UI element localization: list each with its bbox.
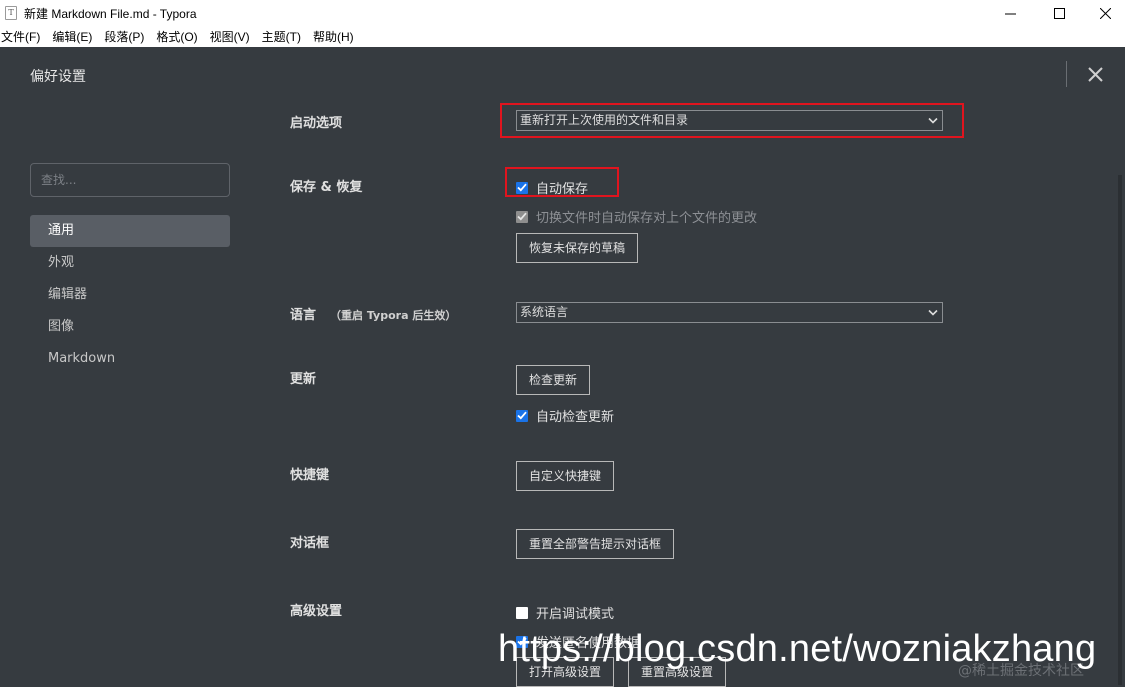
recover-drafts-button[interactable]: 恢复未保存的草稿 [516,233,639,263]
typora-app-icon: T [5,6,17,20]
check-update-button[interactable]: 检查更新 [516,365,591,395]
menu-theme[interactable]: 主题(T) [261,28,307,45]
language-label: 语言 （重启 Typora 后生效） [290,304,456,323]
minimize-icon [1004,13,1016,14]
preferences-header: 偏好设置 [0,47,1125,101]
menu-format[interactable]: 格式(O) [155,28,203,45]
sidebar-item-general[interactable]: 通用 [30,215,230,247]
minimize-button[interactable] [987,0,1033,26]
advanced-label: 高级设置 [290,604,343,619]
sidebar-item-editor[interactable]: 编辑器 [30,279,230,311]
reset-dialogs-button[interactable]: 重置全部警告提示对话框 [516,529,675,559]
menu-paragraph[interactable]: 段落(P) [103,28,150,45]
maximize-button[interactable] [1036,0,1082,26]
autosave-highlight-box [505,167,619,197]
save-recover-label: 保存 & 恢复 [290,180,363,195]
menu-edit[interactable]: 编辑(E) [51,28,98,45]
language-label-text: 语言 [290,308,317,323]
switch-file-autosave-label: 切换文件时自动保存对上个文件的更改 [536,211,758,226]
window-title: 新建 Markdown File.md - Typora [24,6,197,21]
content-scrollbar[interactable] [1118,175,1122,685]
checkbox-disabled-icon [516,210,528,223]
preferences-close-button[interactable] [1084,63,1106,85]
language-restart-note: （重启 Typora 后生效） [330,309,457,322]
maximize-icon [1053,7,1065,19]
language-select-value: 系统语言 [520,305,569,319]
debug-mode-checkbox[interactable]: 开启调试模式 [516,603,614,622]
sidebar-item-appearance[interactable]: 外观 [30,247,230,279]
dialogs-label: 对话框 [290,536,330,551]
sidebar-item-image[interactable]: 图像 [30,311,230,343]
custom-shortcuts-button[interactable]: 自定义快捷键 [516,461,615,491]
language-select[interactable]: 系统语言 [516,302,943,323]
close-icon [1099,7,1111,19]
url-watermark: https://blog.csdn.net/wozniakzhang [498,628,1097,670]
auto-check-update-label: 自动检查更新 [536,410,615,425]
title-bar: T 新建 Markdown File.md - Typora [0,0,1125,26]
close-icon [1087,66,1103,82]
window-close-button[interactable] [1082,0,1125,26]
header-divider [1066,61,1067,87]
checkbox-checked-icon [516,409,528,422]
startup-highlight-box [500,103,964,138]
search-input[interactable] [30,163,230,197]
preferences-title: 偏好设置 [30,69,86,85]
preferences-sidebar: 通用 外观 编辑器 图像 Markdown [0,101,260,687]
update-label: 更新 [290,372,317,387]
menu-help[interactable]: 帮助(H) [312,28,360,45]
auto-check-update-checkbox[interactable]: 自动检查更新 [516,406,614,425]
switch-file-autosave-checkbox: 切换文件时自动保存对上个文件的更改 [516,207,757,226]
preferences-content: 启动选项 重新打开上次使用的文件和目录 保存 & 恢复 自动保存 切换文件时自动… [260,101,1125,687]
debug-mode-label: 开启调试模式 [536,607,615,622]
menu-bar: 文件(F) 编辑(E) 段落(P) 格式(O) 视图(V) 主题(T) 帮助(H… [0,26,1125,47]
menu-file[interactable]: 文件(F) [0,28,46,45]
checkbox-unchecked-icon [516,606,528,619]
startup-label: 启动选项 [290,116,343,131]
sidebar-item-markdown[interactable]: Markdown [30,343,230,375]
shortcuts-label: 快捷键 [290,468,330,483]
chevron-down-icon [928,309,938,316]
menu-view[interactable]: 视图(V) [209,28,256,45]
